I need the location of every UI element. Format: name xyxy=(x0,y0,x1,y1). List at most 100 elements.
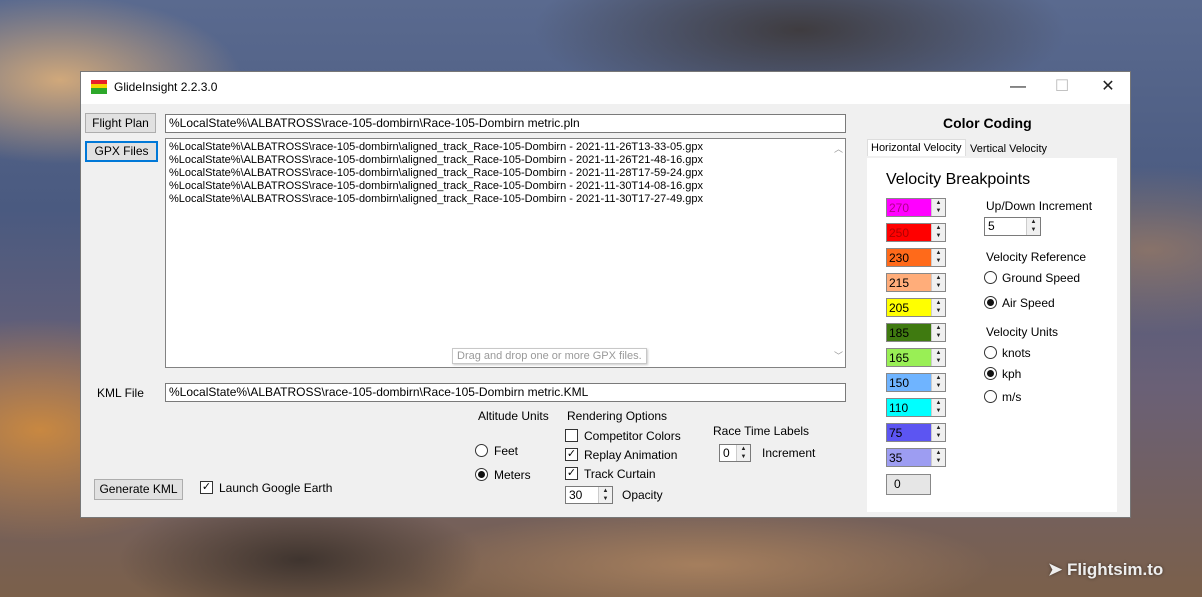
paper-plane-icon: ➤ xyxy=(1048,560,1063,579)
breakpoint-value: 215 xyxy=(889,276,910,290)
gpx-file-item[interactable]: %LocalState%\ALBATROSS\race-105-dombirn\… xyxy=(169,154,842,167)
launch-google-earth-label: Launch Google Earth xyxy=(219,481,333,495)
opacity-stepper[interactable]: 30 ▲ ▼ xyxy=(565,486,613,504)
kml-file-label: KML File xyxy=(97,386,144,400)
competitor-colors-label: Competitor Colors xyxy=(584,429,681,443)
air-speed-radio[interactable] xyxy=(984,296,997,309)
breakpoint-color-field[interactable]: 165 ▲ ▼ xyxy=(886,348,946,367)
updown-increment-label: Up/Down Increment xyxy=(986,199,1093,213)
gpx-files-list[interactable]: %LocalState%\ALBATROSS\race-105-dombirn\… xyxy=(165,138,846,368)
gpx-list-items: %LocalState%\ALBATROSS\race-105-dombirn\… xyxy=(169,141,842,206)
breakpoint-spin-icon[interactable]: ▲ ▼ xyxy=(931,249,945,266)
competitor-colors-checkbox[interactable] xyxy=(565,429,578,442)
color-coding-title: Color Coding xyxy=(943,115,1032,131)
track-curtain-label: Track Curtain xyxy=(584,467,656,481)
altitude-units-label: Altitude Units xyxy=(478,409,549,423)
rendering-options-label: Rendering Options xyxy=(567,409,668,423)
gpx-file-item[interactable]: %LocalState%\ALBATROSS\race-105-dombirn\… xyxy=(169,193,842,206)
maximize-button[interactable]: ☐ xyxy=(1039,72,1085,104)
ground-speed-radio[interactable] xyxy=(984,271,997,284)
breakpoint-spin-icon[interactable]: ▲ ▼ xyxy=(931,199,945,216)
breakpoint-value: 165 xyxy=(889,351,910,365)
opacity-spin-icon[interactable]: ▲ ▼ xyxy=(598,487,612,503)
ms-radio[interactable] xyxy=(984,390,997,403)
breakpoint-color-field[interactable]: 205 ▲ ▼ xyxy=(886,298,946,317)
flightsim-watermark: ➤ Flightsim.to xyxy=(1048,560,1163,580)
knots-radio[interactable] xyxy=(984,346,997,359)
breakpoint-color-field[interactable]: 185 ▲ ▼ xyxy=(886,323,946,342)
close-button[interactable]: ✕ xyxy=(1085,72,1131,104)
breakpoint-color-field[interactable]: 250 ▲ ▼ xyxy=(886,223,946,242)
drag-drop-tooltip: Drag and drop one or more GPX files. xyxy=(452,348,647,364)
altitude-meters-radio[interactable] xyxy=(475,468,488,481)
breakpoint-spin-icon[interactable]: ▲ ▼ xyxy=(931,399,945,416)
altitude-meters-label: Meters xyxy=(494,468,531,482)
breakpoint-value: 205 xyxy=(889,301,910,315)
breakpoint-value: 35 xyxy=(889,451,903,465)
breakpoint-color-field[interactable]: 215 ▲ ▼ xyxy=(886,273,946,292)
gpx-file-item[interactable]: %LocalState%\ALBATROSS\race-105-dombirn\… xyxy=(169,180,842,193)
breakpoint-value: 150 xyxy=(889,376,910,390)
breakpoint-color-field[interactable]: 75 ▲ ▼ xyxy=(886,423,946,442)
velocity-breakpoints-title: Velocity Breakpoints xyxy=(886,171,1031,188)
tab-vertical-velocity[interactable]: Vertical Velocity xyxy=(967,141,1050,157)
increment-spin-icon[interactable]: ▲ ▼ xyxy=(736,445,750,461)
tab-horizontal-velocity[interactable]: Horizontal Velocity xyxy=(867,139,966,156)
updown-increment-stepper[interactable]: 5 ▲ ▼ xyxy=(984,217,1041,236)
velocity-units-label: Velocity Units xyxy=(986,325,1059,339)
gpx-files-button[interactable]: GPX Files xyxy=(85,141,158,162)
gpx-file-item[interactable]: %LocalState%\ALBATROSS\race-105-dombirn\… xyxy=(169,141,842,154)
generate-kml-button[interactable]: Generate KML xyxy=(94,479,183,500)
kph-label: kph xyxy=(1002,367,1022,381)
breakpoint-spin-icon[interactable]: ▲ ▼ xyxy=(931,224,945,241)
zero-breakpoint-value: 0 xyxy=(894,477,901,491)
flight-plan-path-field[interactable]: %LocalState%\ALBATROSS\race-105-dombirn\… xyxy=(165,114,846,133)
breakpoint-spin-icon[interactable]: ▲ ▼ xyxy=(931,424,945,441)
replay-animation-checkbox[interactable]: ✓ xyxy=(565,448,578,461)
opacity-value: 30 xyxy=(569,488,583,502)
gpx-file-item[interactable]: %LocalState%\ALBATROSS\race-105-dombirn\… xyxy=(169,167,842,180)
breakpoint-spin-icon[interactable]: ▲ ▼ xyxy=(931,449,945,466)
ground-speed-label: Ground Speed xyxy=(1002,271,1081,285)
breakpoint-spin-icon[interactable]: ▲ ▼ xyxy=(931,324,945,341)
scroll-up-icon[interactable]: ︿ xyxy=(834,143,843,156)
knots-label: knots xyxy=(1002,346,1031,360)
opacity-label: Opacity xyxy=(622,488,663,502)
altitude-feet-label: Feet xyxy=(494,444,519,458)
launch-google-earth-checkbox[interactable]: ✓ xyxy=(200,481,213,494)
breakpoint-color-field[interactable]: 270 ▲ ▼ xyxy=(886,198,946,217)
breakpoint-color-field[interactable]: 150 ▲ ▼ xyxy=(886,373,946,392)
breakpoint-spin-icon[interactable]: ▲ ▼ xyxy=(931,374,945,391)
breakpoint-spin-icon[interactable]: ▲ ▼ xyxy=(931,349,945,366)
horizontal-velocity-panel: Velocity Breakpoints 270 ▲ ▼ 250 ▲ ▼ 230 ▲ ▼ 215 ▲… xyxy=(867,158,1117,512)
flight-plan-button[interactable]: Flight Plan xyxy=(85,113,156,133)
replay-animation-label: Replay Animation xyxy=(584,448,678,462)
increment-stepper[interactable]: 0 ▲ ▼ xyxy=(719,444,751,462)
app-logo-icon xyxy=(91,80,107,94)
window-title: GlideInsight 2.2.3.0 xyxy=(114,80,218,94)
updown-spin-icon[interactable]: ▲ ▼ xyxy=(1026,218,1040,235)
track-curtain-checkbox[interactable]: ✓ xyxy=(565,467,578,480)
breakpoint-spin-icon[interactable]: ▲ ▼ xyxy=(931,274,945,291)
minimize-button[interactable]: — xyxy=(995,72,1041,104)
breakpoint-color-field[interactable]: 110 ▲ ▼ xyxy=(886,398,946,417)
breakpoint-value: 110 xyxy=(889,401,909,415)
breakpoint-value: 185 xyxy=(889,326,910,340)
increment-value: 0 xyxy=(723,446,730,460)
updown-increment-value: 5 xyxy=(988,219,995,233)
breakpoint-value: 250 xyxy=(889,226,910,240)
zero-breakpoint-field[interactable]: 0 xyxy=(886,474,931,495)
ms-label: m/s xyxy=(1002,390,1022,404)
scroll-down-icon[interactable]: ﹀ xyxy=(834,350,843,363)
increment-label: Increment xyxy=(762,446,816,460)
breakpoint-color-field[interactable]: 230 ▲ ▼ xyxy=(886,248,946,267)
kml-file-path-field[interactable]: %LocalState%\ALBATROSS\race-105-dombirn\… xyxy=(165,383,846,402)
altitude-feet-radio[interactable] xyxy=(475,444,488,457)
breakpoint-color-field[interactable]: 35 ▲ ▼ xyxy=(886,448,946,467)
breakpoint-value: 270 xyxy=(889,201,910,215)
app-window: GlideInsight 2.2.3.0 — ☐ ✕ Flight Plan %… xyxy=(80,71,1131,518)
title-bar[interactable]: GlideInsight 2.2.3.0 — ☐ ✕ xyxy=(81,72,1130,104)
kph-radio[interactable] xyxy=(984,367,997,380)
breakpoint-spin-icon[interactable]: ▲ ▼ xyxy=(931,299,945,316)
air-speed-label: Air Speed xyxy=(1002,296,1055,310)
